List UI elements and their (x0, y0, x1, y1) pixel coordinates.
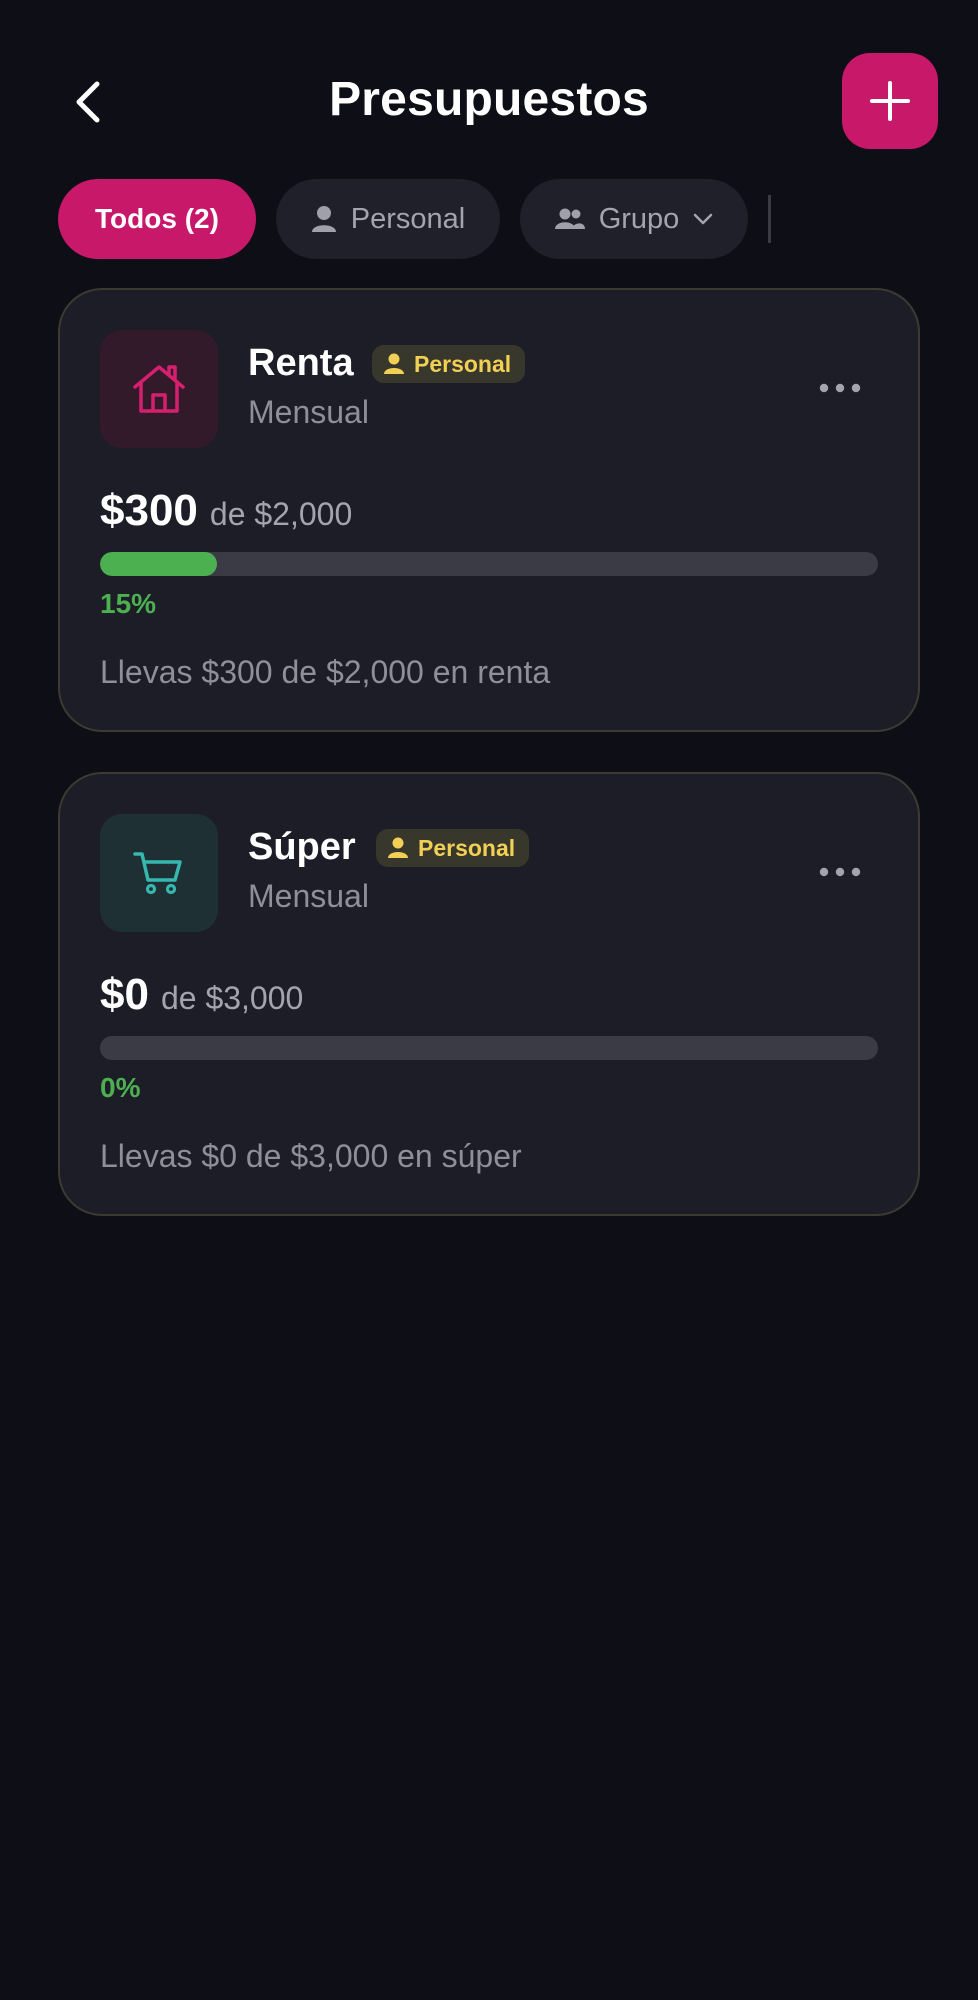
progress-bar (100, 552, 878, 576)
more-options-button[interactable] (812, 364, 868, 412)
house-icon (133, 365, 185, 413)
header: Presupuestos (0, 0, 978, 200)
filter-divider (768, 195, 771, 243)
budget-summary: Llevas $300 de $2,000 en renta (100, 654, 551, 690)
progress-percent: 15% (100, 588, 157, 619)
plus-icon (870, 81, 910, 121)
page-title: Presupuestos (329, 73, 649, 126)
scope-badge: Personal (376, 829, 530, 867)
filter-bar: Todos (2) Personal Grupo (58, 179, 771, 259)
filter-chip-grupo[interactable]: Grupo (520, 179, 748, 259)
budget-period: Mensual (248, 878, 369, 914)
budget-card-renta[interactable]: Renta Personal Mensual $300 de $2,000 15… (58, 288, 920, 732)
filter-chip-todos[interactable]: Todos (2) (58, 179, 256, 259)
filter-chip-personal[interactable]: Personal (276, 179, 500, 259)
scope-badge: Personal (372, 345, 526, 383)
amount-spent: $300 (100, 486, 198, 535)
amount-row: $300 de $2,000 (100, 486, 352, 536)
filter-chip-label: Grupo (598, 202, 680, 235)
progress-bar (100, 1036, 878, 1060)
progress-fill (100, 552, 217, 576)
category-icon-box (100, 330, 218, 448)
person-icon (388, 837, 408, 858)
scope-badge-label: Personal (418, 834, 516, 861)
amount-spent: $0 (100, 970, 149, 1019)
budget-period: Mensual (248, 394, 369, 430)
amount-total: de $2,000 (209, 496, 353, 532)
budget-name: Súper (248, 826, 356, 868)
budget-card-super[interactable]: Súper Personal Mensual $0 de $3,000 0% L… (58, 772, 920, 1216)
amount-total: de $3,000 (160, 980, 304, 1016)
back-button[interactable] (60, 70, 116, 134)
scope-badge-label: Personal (414, 350, 512, 377)
chevron-down-icon (694, 213, 713, 225)
amount-row: $0 de $3,000 (100, 970, 303, 1020)
budget-summary: Llevas $0 de $3,000 en súper (100, 1138, 522, 1174)
person-icon (384, 353, 404, 374)
cart-icon (133, 852, 182, 895)
chevron-left-icon (76, 81, 100, 123)
add-budget-button[interactable] (842, 53, 938, 149)
more-horizontal-icon (819, 867, 861, 877)
filter-chip-label: Personal (350, 202, 466, 235)
person-icon (311, 206, 336, 232)
group-icon (554, 208, 585, 229)
budget-name: Renta (248, 342, 354, 384)
more-options-button[interactable] (812, 848, 868, 896)
filter-chip-label: Todos (2) (95, 203, 219, 234)
category-icon-box (100, 814, 218, 932)
more-horizontal-icon (819, 383, 861, 393)
progress-percent: 0% (100, 1072, 141, 1103)
